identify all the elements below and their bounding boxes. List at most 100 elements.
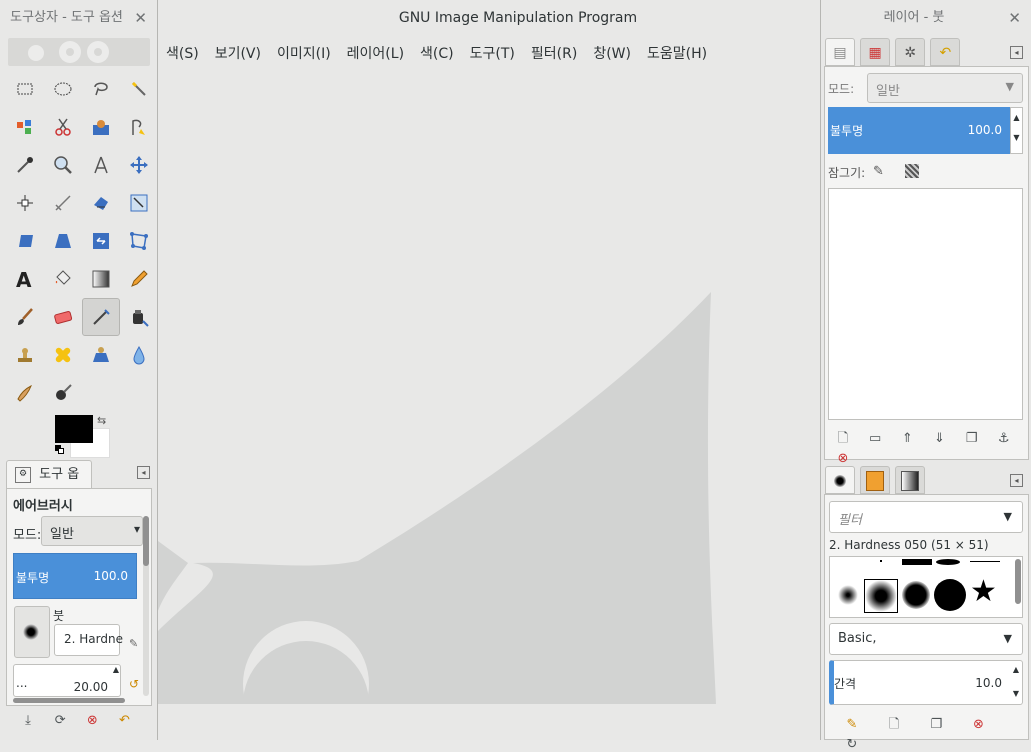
paintbrush-tool[interactable] [6, 298, 44, 336]
size-spinner[interactable]: ... 20.00 ▲ [13, 664, 121, 697]
brush-edit-icon[interactable]: ✎ [129, 637, 138, 650]
brush-item[interactable] [936, 559, 960, 565]
anchor-layer-icon[interactable]: ⚓ [990, 431, 1018, 446]
tool-options-scrollbar[interactable] [143, 516, 149, 696]
heal-tool[interactable] [44, 336, 82, 374]
brush-preview-button[interactable] [14, 606, 50, 658]
tab-undo-history[interactable]: ↶ [930, 38, 961, 66]
perspective-tool[interactable] [44, 222, 82, 260]
color-picker-tool[interactable] [6, 146, 44, 184]
brush-item[interactable] [838, 585, 858, 605]
menu-select[interactable]: 색(S) [158, 37, 207, 71]
menu-image[interactable]: 이미지(I) [269, 37, 339, 71]
menu-help[interactable]: 도움말(H) [639, 37, 715, 71]
bucket-fill-tool[interactable] [44, 260, 82, 298]
delete-options-icon[interactable]: ⊗ [78, 713, 106, 728]
brush-filter-combo[interactable]: 필터 ▼ [829, 501, 1023, 533]
move-tool[interactable] [120, 146, 158, 184]
default-colors-icon[interactable] [55, 445, 65, 455]
dodge-burn-tool[interactable] [44, 374, 82, 412]
delete-layer-icon[interactable]: ⊗ [829, 451, 857, 466]
spinner-up-icon[interactable]: ▲ [1013, 665, 1019, 674]
swap-colors-icon[interactable]: ⇆ [97, 414, 106, 427]
text-tool[interactable]: A [6, 260, 44, 298]
brush-item[interactable] [970, 561, 1000, 562]
gradient-tool[interactable] [82, 260, 120, 298]
mode-dropdown[interactable]: 일반 ▾ [41, 516, 143, 546]
brush-name-field[interactable]: 2. Hardne [54, 624, 123, 656]
new-layer-group-icon[interactable]: ▭ [861, 431, 889, 446]
blur-tool[interactable] [120, 336, 158, 374]
ellipse-select-tool[interactable] [44, 70, 82, 108]
edit-brush-icon[interactable]: ✎ [833, 717, 871, 732]
pencil-tool[interactable] [120, 260, 158, 298]
dock-close-icon[interactable]: ✕ [1008, 0, 1021, 36]
dock-menu-icon[interactable]: ◂ [1010, 46, 1023, 59]
wilber-drop-zone[interactable] [8, 38, 150, 66]
fuzzy-select-tool[interactable] [120, 70, 158, 108]
spinner-down-icon[interactable]: ▼ [1013, 689, 1019, 698]
dock-menu-icon[interactable]: ◂ [137, 466, 150, 479]
lock-pixels-icon[interactable]: ✎ [873, 164, 884, 179]
brush-item[interactable]: ★ [970, 575, 997, 609]
eraser-tool[interactable] [44, 298, 82, 336]
spacing-slider[interactable]: 간격 10.0 ▲ ▼ [829, 660, 1023, 705]
menu-view[interactable]: 보기(V) [207, 37, 269, 71]
brush-grid-scrollbar[interactable] [1015, 559, 1021, 604]
brush-item[interactable] [902, 559, 932, 565]
rect-select-tool[interactable] [6, 70, 44, 108]
select-by-color-tool[interactable] [6, 108, 44, 146]
brush-preset-combo[interactable]: Basic, ▼ [829, 623, 1023, 655]
menu-colors[interactable]: 색(C) [412, 37, 462, 71]
layer-opacity-slider[interactable]: 불투명 100.0 [828, 107, 1010, 154]
layer-mode-dropdown[interactable]: 일반 ▼ [867, 73, 1023, 103]
cage-transform-tool[interactable] [120, 222, 158, 260]
tab-channels[interactable]: ▦ [860, 38, 891, 66]
brush-item[interactable] [934, 579, 966, 611]
tab-paths[interactable]: ✲ [895, 38, 926, 66]
menu-tools[interactable]: 도구(T) [462, 37, 523, 71]
reset-size-icon[interactable]: ↺ [129, 677, 139, 691]
spinner-up-icon[interactable]: ▲ [113, 665, 119, 674]
dock-menu-icon-2[interactable]: ◂ [1010, 474, 1023, 487]
ink-tool[interactable] [120, 298, 158, 336]
duplicate-layer-icon[interactable]: ❐ [958, 431, 986, 446]
clone-tool[interactable] [6, 336, 44, 374]
shear-tool[interactable] [6, 222, 44, 260]
tool-options-hscrollbar[interactable] [13, 698, 125, 703]
tab-patterns[interactable] [860, 466, 891, 494]
flip-tool[interactable] [82, 222, 120, 260]
crop-tool[interactable] [44, 184, 82, 222]
tab-gradients[interactable] [895, 466, 926, 494]
empty-canvas-area[interactable] [158, 71, 820, 740]
foreground-select-tool[interactable] [82, 108, 120, 146]
lower-layer-icon[interactable]: ⇓ [925, 431, 953, 446]
duplicate-brush-icon[interactable]: ❐ [917, 717, 955, 732]
reset-options-icon[interactable]: ↶ [110, 713, 138, 728]
layers-list[interactable] [828, 188, 1023, 420]
new-brush-icon[interactable]: 🗋 [875, 715, 913, 737]
alignment-tool[interactable] [6, 184, 44, 222]
zoom-tool[interactable] [44, 146, 82, 184]
restore-options-icon[interactable]: ⟳ [46, 713, 74, 728]
lock-alpha-icon[interactable] [905, 164, 919, 178]
layer-opacity-spin-buttons[interactable]: ▲ ▼ [1010, 107, 1023, 154]
save-options-icon[interactable]: ⤓ [14, 713, 42, 728]
delete-brush-icon[interactable]: ⊗ [959, 717, 997, 732]
brush-item-selected[interactable] [864, 579, 898, 613]
tab-tool-options[interactable]: ⚙ 도구 옵션 [6, 460, 92, 510]
tab-layers[interactable]: ▤ [825, 38, 855, 66]
airbrush-tool[interactable] [82, 298, 120, 336]
unified-transform-tool[interactable] [82, 184, 120, 222]
toolbox-close-icon[interactable]: ✕ [134, 0, 147, 36]
opacity-slider[interactable]: 불투명 100.0 [13, 553, 137, 599]
raise-layer-icon[interactable]: ⇑ [893, 431, 921, 446]
paths-tool[interactable] [120, 108, 158, 146]
brush-grid[interactable]: ★ [829, 556, 1023, 618]
refresh-brushes-icon[interactable]: ↻ [833, 737, 871, 752]
perspective-clone-tool[interactable] [82, 336, 120, 374]
menu-filters[interactable]: 필터(R) [523, 37, 585, 71]
free-select-tool[interactable] [82, 70, 120, 108]
brush-item[interactable] [902, 581, 930, 609]
menu-windows[interactable]: 창(W) [585, 37, 639, 71]
